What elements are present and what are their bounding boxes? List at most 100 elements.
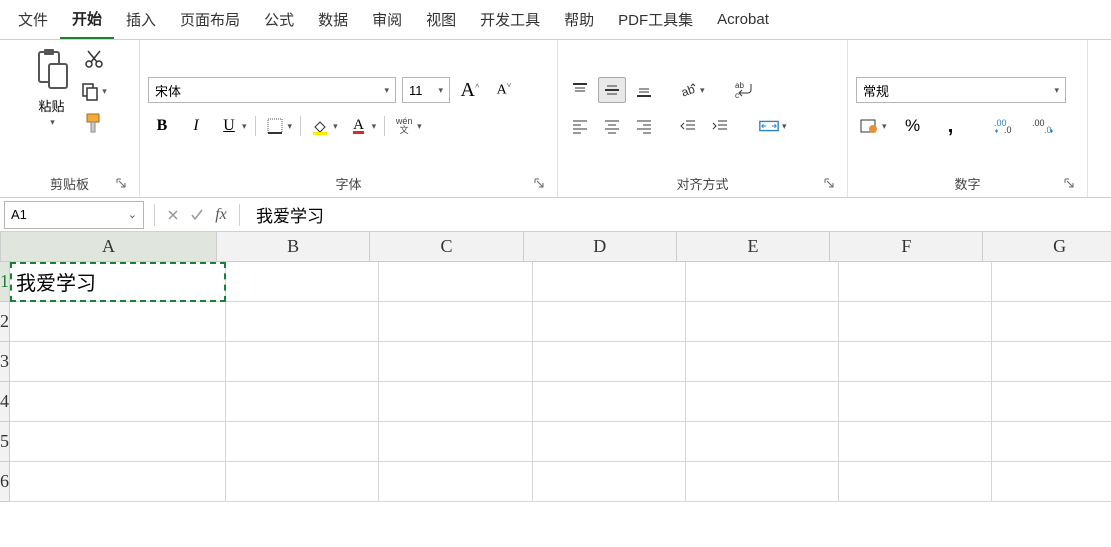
col-header-B[interactable]: B: [217, 232, 370, 262]
cut-button[interactable]: [80, 46, 108, 72]
underline-button[interactable]: U▾: [216, 113, 249, 139]
menu-layout[interactable]: 页面布局: [168, 1, 252, 38]
increase-decimal-button[interactable]: .00.0: [991, 113, 1019, 139]
accounting-format-button[interactable]: ▾: [856, 113, 889, 139]
cell-F4[interactable]: [839, 382, 992, 422]
cell-B4[interactable]: [226, 382, 379, 422]
name-box[interactable]: A1 ⌄: [4, 201, 144, 229]
wrap-text-button[interactable]: abc: [729, 77, 763, 103]
menu-acrobat[interactable]: Acrobat: [705, 3, 781, 36]
menu-insert[interactable]: 插入: [114, 1, 168, 38]
align-top-button[interactable]: [566, 77, 594, 103]
formula-input[interactable]: [256, 204, 1101, 224]
col-header-D[interactable]: D: [524, 232, 677, 262]
cell-B1[interactable]: [226, 262, 379, 302]
font-size-select[interactable]: 11▾: [402, 77, 450, 103]
cell-F5[interactable]: [839, 422, 992, 462]
cell-D5[interactable]: [533, 422, 686, 462]
merge-center-button[interactable]: ▾: [756, 113, 796, 139]
cell-B3[interactable]: [226, 342, 379, 382]
cell-F1[interactable]: [839, 262, 992, 302]
paste-button[interactable]: [32, 46, 72, 94]
bold-button[interactable]: B: [148, 113, 176, 139]
insert-function-button[interactable]: fx: [209, 203, 233, 227]
increase-indent-button[interactable]: [706, 113, 734, 139]
cell-E5[interactable]: [686, 422, 839, 462]
cell-B5[interactable]: [226, 422, 379, 462]
menu-file[interactable]: 文件: [6, 1, 60, 38]
row-header-5[interactable]: 5: [0, 422, 10, 462]
font-name-select[interactable]: 宋体▾: [148, 77, 396, 103]
cell-E4[interactable]: [686, 382, 839, 422]
italic-button[interactable]: I: [182, 113, 210, 139]
comma-style-button[interactable]: ,: [937, 113, 965, 139]
cell-B6[interactable]: [226, 462, 379, 502]
menu-review[interactable]: 审阅: [360, 1, 414, 38]
menu-pdftools[interactable]: PDF工具集: [606, 1, 705, 38]
cell-G3[interactable]: [992, 342, 1111, 382]
cell-F3[interactable]: [839, 342, 992, 382]
cell-D4[interactable]: [533, 382, 686, 422]
cell-A1[interactable]: 我爱学习: [10, 262, 226, 302]
copy-button[interactable]: ▾: [80, 78, 108, 104]
clipboard-launcher[interactable]: [115, 177, 129, 191]
cell-E2[interactable]: [686, 302, 839, 342]
col-header-F[interactable]: F: [830, 232, 983, 262]
phonetic-button[interactable]: wén文▾: [391, 113, 424, 139]
alignment-launcher[interactable]: [823, 177, 837, 191]
row-header-3[interactable]: 3: [0, 342, 10, 382]
align-middle-button[interactable]: [598, 77, 626, 103]
cell-G4[interactable]: [992, 382, 1111, 422]
font-launcher[interactable]: [533, 177, 547, 191]
menu-view[interactable]: 视图: [414, 1, 468, 38]
align-right-button[interactable]: [630, 113, 658, 139]
row-header-6[interactable]: 6: [0, 462, 10, 502]
border-button[interactable]: ▾: [262, 113, 295, 139]
number-format-select[interactable]: 常规▾: [856, 77, 1066, 103]
align-left-button[interactable]: [566, 113, 594, 139]
cell-E3[interactable]: [686, 342, 839, 382]
row-header-1[interactable]: 1: [0, 262, 10, 302]
col-header-A[interactable]: A: [1, 232, 217, 262]
cell-A6[interactable]: [10, 462, 226, 502]
cell-C6[interactable]: [379, 462, 532, 502]
cell-C1[interactable]: [379, 262, 532, 302]
cell-F6[interactable]: [839, 462, 992, 502]
cell-D1[interactable]: [533, 262, 686, 302]
decrease-font-button[interactable]: A˅: [490, 77, 518, 103]
confirm-formula-button[interactable]: [185, 203, 209, 227]
increase-font-button[interactable]: A˄: [456, 77, 484, 103]
number-launcher[interactable]: [1063, 177, 1077, 191]
col-header-E[interactable]: E: [677, 232, 830, 262]
col-header-C[interactable]: C: [370, 232, 523, 262]
cell-F2[interactable]: [839, 302, 992, 342]
decrease-decimal-button[interactable]: .00.0: [1029, 113, 1057, 139]
cell-D2[interactable]: [533, 302, 686, 342]
format-painter-button[interactable]: [80, 110, 108, 136]
cell-C4[interactable]: [379, 382, 532, 422]
cell-E1[interactable]: [686, 262, 839, 302]
cell-G5[interactable]: [992, 422, 1111, 462]
menu-home[interactable]: 开始: [60, 0, 114, 39]
align-bottom-button[interactable]: [630, 77, 658, 103]
cell-A4[interactable]: [10, 382, 226, 422]
cell-C3[interactable]: [379, 342, 532, 382]
col-header-G[interactable]: G: [983, 232, 1111, 262]
cancel-formula-button[interactable]: [161, 203, 185, 227]
menu-formulas[interactable]: 公式: [252, 1, 306, 38]
orientation-button[interactable]: ab▾: [674, 77, 707, 103]
fill-color-button[interactable]: ▾: [307, 113, 340, 139]
cell-A2[interactable]: [10, 302, 226, 342]
cell-A3[interactable]: [10, 342, 226, 382]
row-header-4[interactable]: 4: [0, 382, 10, 422]
cell-G2[interactable]: [992, 302, 1111, 342]
decrease-indent-button[interactable]: [674, 113, 702, 139]
percent-button[interactable]: %: [899, 113, 927, 139]
cell-A5[interactable]: [10, 422, 226, 462]
cell-E6[interactable]: [686, 462, 839, 502]
paste-dropdown[interactable]: ▾: [50, 117, 55, 128]
cell-G1[interactable]: [992, 262, 1111, 302]
menu-devtools[interactable]: 开发工具: [468, 1, 552, 38]
cell-G6[interactable]: [992, 462, 1111, 502]
cell-C5[interactable]: [379, 422, 532, 462]
